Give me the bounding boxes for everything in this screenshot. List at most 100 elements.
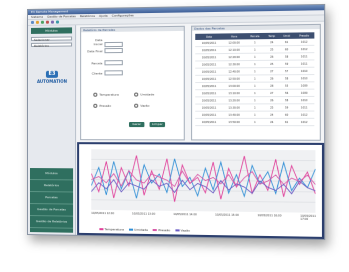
legend-label: Temperatura — [104, 227, 124, 232]
nav-item-modules[interactable]: Módulos — [29, 168, 74, 181]
radio-icon — [93, 103, 98, 108]
table-cell: 1009 — [294, 81, 315, 90]
table-cell: 10/05/2011 — [195, 103, 223, 112]
table-cell: 28 — [264, 82, 280, 90]
nav-item-report-management[interactable]: Gestão de Relatórios — [29, 216, 74, 229]
option-humidity[interactable]: Umidade — [134, 92, 154, 97]
menu-item[interactable]: Relatórios — [80, 14, 95, 18]
client-input[interactable] — [104, 70, 123, 76]
legend-label: Pressão — [158, 228, 171, 233]
gridline — [91, 159, 315, 160]
module-select[interactable]: Selecionar — [30, 36, 73, 42]
nav-item-parcels[interactable]: Parcelas — [29, 192, 74, 205]
table-cell: 13:20:00 — [222, 96, 246, 104]
nav-list: Módulos Relatórios Parcelas Gestão de Pa… — [29, 168, 74, 233]
legend-label: Umidade — [134, 227, 148, 232]
legend-item: Vazão — [175, 228, 190, 233]
table-cell: 1 — [245, 103, 265, 112]
new-icon[interactable] — [30, 20, 34, 24]
series-line — [91, 170, 315, 187]
legend-item: Pressão — [153, 228, 170, 232]
generate-button[interactable]: Gerar — [128, 122, 145, 128]
menu-item[interactable]: Gestão de Parcelas — [47, 14, 76, 18]
table-cell: 10/05/2011 — [195, 118, 223, 126]
sidebar-header: Módulos — [30, 27, 73, 34]
table-cell: 10/05/2011 — [195, 89, 223, 97]
table-cell: 60 — [279, 111, 295, 119]
print-icon[interactable] — [50, 20, 54, 24]
table-cell: 12:50:00 — [222, 75, 246, 83]
table-cell: 13:50:00 — [222, 118, 246, 126]
delete-icon[interactable] — [45, 20, 49, 24]
table-cell: 1012 — [294, 111, 315, 119]
table-cell: 10/05/2011 — [195, 111, 223, 119]
radio-icon — [134, 103, 139, 108]
table-cell: 26 — [264, 74, 280, 83]
option-pressure[interactable]: Pressão — [93, 104, 111, 108]
table-cell: 1 — [245, 74, 265, 83]
field-row: Cliente — [86, 70, 125, 76]
start-date-input[interactable] — [104, 41, 123, 47]
field-row: Data Inicial — [86, 38, 125, 47]
table-row[interactable]: 10/05/2011 13:40:00 1 24 60 1012 — [195, 111, 315, 119]
table-cell: 27 — [264, 67, 280, 75]
logo-wordmark: AUTOMATION — [36, 78, 68, 84]
table-cell: 1 — [245, 111, 265, 119]
option-label: Vazão — [140, 103, 150, 108]
refresh-icon[interactable] — [55, 20, 59, 24]
x-tick-label: 10/05/2011 17:00 — [300, 214, 316, 222]
nav-item-reports[interactable]: Relatórios — [29, 180, 74, 193]
table-cell: 24 — [264, 118, 280, 126]
data-table-panel: Dados das Parcelas Data Hora Parcela Tem… — [191, 23, 321, 141]
parcel-input[interactable] — [104, 60, 123, 66]
table-cell: 1010 — [294, 74, 315, 82]
x-tick-label: 10/05/2011 12:00 — [91, 211, 115, 216]
table-cell: 13:30:00 — [222, 103, 246, 112]
line-chart — [91, 149, 315, 213]
table-row[interactable]: 10/05/2011 13:50:00 1 24 61 1012 — [195, 118, 315, 126]
field-label: Data Final — [87, 48, 103, 53]
option-flow[interactable]: Vazão — [134, 104, 149, 108]
table-cell: 13:10:00 — [222, 89, 246, 97]
save-icon[interactable] — [40, 20, 44, 24]
field-row: Data Final — [86, 47, 125, 54]
table-cell: 1 — [245, 67, 265, 76]
nav-item-parcel-management[interactable]: Gestão de Parcelas — [29, 204, 74, 217]
table-cell: 24 — [264, 111, 280, 119]
table-cell: 1 — [245, 89, 265, 97]
open-icon[interactable] — [35, 20, 39, 24]
menu-item[interactable]: Ajuda — [99, 14, 108, 18]
legend-swatch — [175, 229, 180, 232]
table-cell: 1009 — [294, 89, 315, 97]
table-cell: 10/05/2011 — [195, 96, 223, 105]
end-date-input[interactable] — [104, 47, 123, 54]
plot-area — [91, 149, 315, 213]
radio-icon — [134, 92, 139, 97]
legend-item: Umidade — [129, 228, 148, 232]
table-panel-title: Dados das Parcelas — [192, 24, 320, 31]
menu-item[interactable]: Configurações — [112, 13, 134, 17]
option-label: Temperatura — [99, 92, 119, 97]
field-label: Parcela — [91, 60, 103, 65]
company-logo: E3 AUTOMATION — [32, 70, 72, 85]
logo-mark: E3 — [45, 70, 58, 78]
table-cell: 59 — [279, 103, 295, 112]
clear-button[interactable]: Limpar — [149, 122, 166, 128]
data-table: Data Hora Parcela Temp Umid Pressão 10/0… — [195, 32, 315, 126]
table-cell: 1010 — [294, 96, 315, 104]
legend-swatch — [99, 228, 104, 231]
table-cell: 58 — [279, 96, 295, 104]
table-cell: 58 — [279, 74, 295, 83]
filter-panel-title: Relatório de Parcelas — [81, 26, 184, 33]
table-cell: 25 — [264, 60, 280, 68]
table-cell: 55 — [279, 81, 295, 90]
table-cell: 1010 — [294, 67, 315, 75]
radio-icon — [93, 92, 98, 97]
table-cell: 61 — [279, 118, 295, 126]
option-temperature[interactable]: Temperatura — [93, 93, 119, 97]
chart-legend: Temperatura Umidade Pressão Vazão — [99, 227, 194, 233]
report-select[interactable]: Relatórios — [30, 42, 73, 48]
menu-item[interactable]: Sistema — [31, 15, 43, 19]
legend-swatch — [153, 228, 158, 232]
chart-panel: 10/05/2011 12:00 10/05/2011 13:00 10/05/20… — [77, 142, 325, 239]
